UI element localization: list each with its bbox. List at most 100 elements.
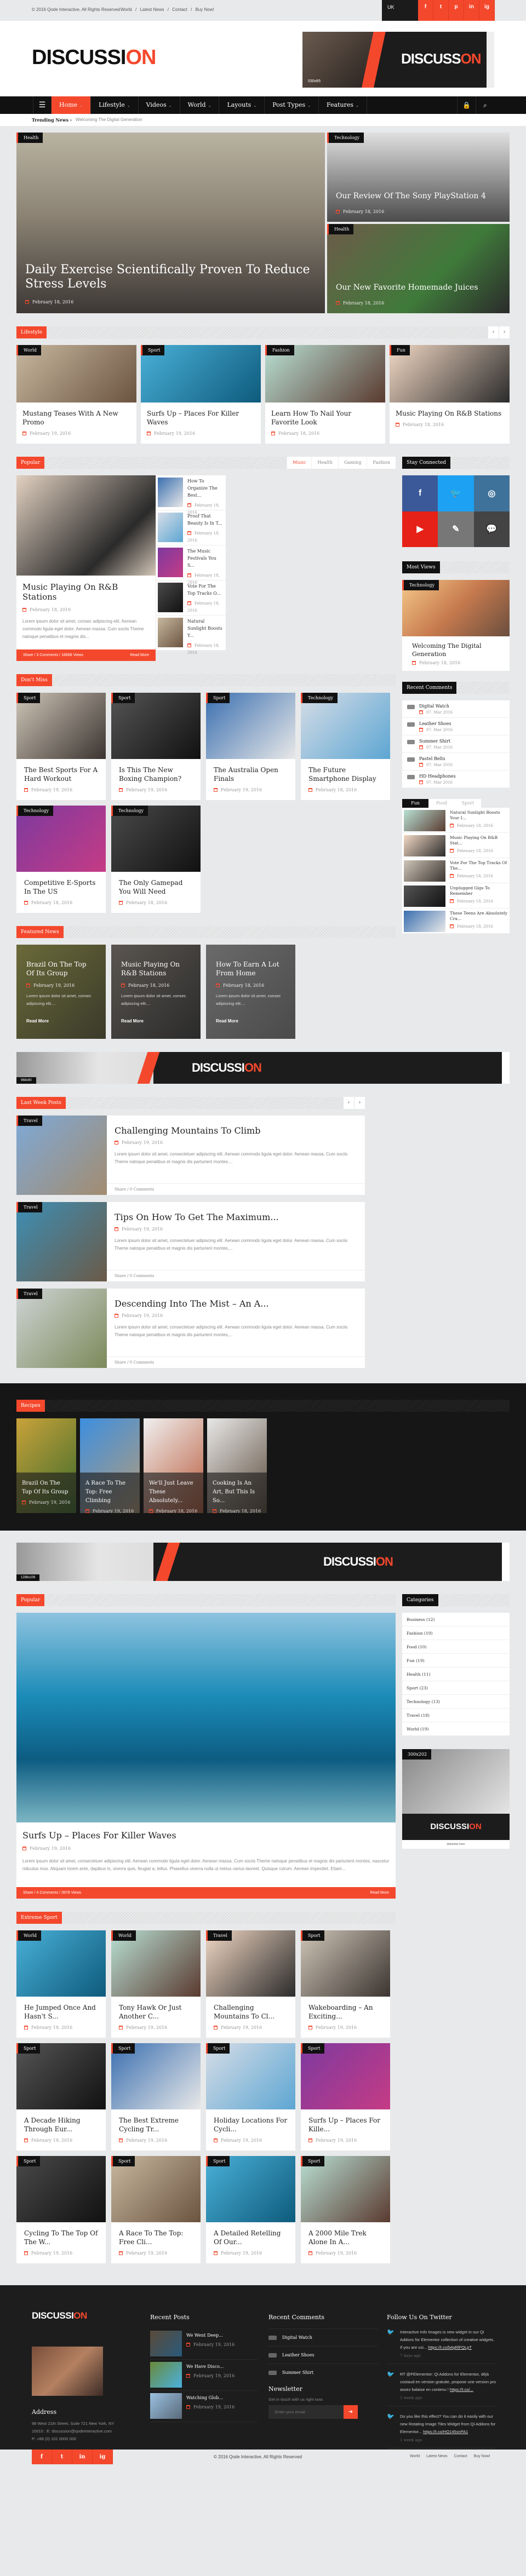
post-title[interactable]: Surfs Up – Places For Killer Waves	[22, 1830, 390, 1841]
bottom-link-buy-now[interactable]: Buy Now!	[474, 2454, 490, 2458]
category-item[interactable]: Business (12)	[402, 1613, 510, 1626]
post-title[interactable]: Surfs Up – Places For Killer Waves	[147, 409, 255, 427]
post-row[interactable]: Travel Tips On How To Get The Maximum... F…	[16, 1202, 365, 1281]
top-link-world[interactable]: World	[121, 7, 132, 12]
featured-card[interactable]: Brazil On The Top Of Its Group February 1…	[16, 945, 106, 1039]
post-title[interactable]: Music Playing On R&B Stat...	[450, 835, 508, 846]
instagram-icon[interactable]: ig	[479, 0, 495, 21]
share-link[interactable]: Share	[115, 1360, 126, 1365]
post-title[interactable]: Wakeboarding – An Exciting...	[308, 2003, 382, 2021]
post-card[interactable]: Fun Music Playing On R&B Stations February…	[390, 345, 510, 444]
read-more-link[interactable]: Read More	[130, 653, 149, 657]
post-row[interactable]: Travel Challenging Mountains To Climb Febr…	[16, 1116, 365, 1195]
post-title[interactable]: The Music Festivals You S...	[187, 548, 224, 569]
category-tag[interactable]: Health	[16, 133, 43, 143]
site-logo[interactable]: DISCUSSION	[32, 46, 156, 70]
header-ad-banner[interactable]: DISCUSSON 530x85	[302, 32, 494, 88]
post-thumbnail[interactable]	[150, 2362, 182, 2388]
post-card[interactable]: Technology Competitive E-Sports In The US…	[16, 806, 106, 913]
share-link[interactable]: Share	[23, 1891, 33, 1895]
category-tag[interactable]: Sport	[16, 693, 41, 703]
post-card[interactable]: Sport Surfs Up – Places For Kille... Febru…	[301, 2043, 390, 2150]
footer-post[interactable]: We Have Disco... February 19, 2016	[150, 2360, 258, 2391]
post-image[interactable]: Sport	[111, 2156, 201, 2222]
comments-link[interactable]: 0 Comments	[130, 1187, 155, 1192]
share-link[interactable]: Share	[23, 653, 33, 657]
post-row[interactable]: Travel Descending Into The Mist – An A...…	[16, 1289, 365, 1368]
category-tag[interactable]: Sport	[301, 2043, 325, 2054]
comment-item[interactable]: Pastel Belts 07. Mar 2016	[402, 753, 510, 771]
twitter-icon[interactable]: 🐦	[438, 475, 474, 511]
next-arrow-icon[interactable]: ›	[499, 326, 510, 338]
category-tag[interactable]: Sport	[111, 2043, 135, 2054]
comments-link[interactable]: 4 Comments	[37, 1891, 59, 1895]
post-title[interactable]: Cycling To The Top Of The W...	[24, 2229, 98, 2246]
post-card[interactable]: Technology The Only Gamepad You Will Need…	[111, 806, 201, 913]
post-title[interactable]: Surfs Up – Places For Kille...	[308, 2116, 382, 2134]
post-card[interactable]: Sport A Decade Hiking Through Eur... Febru…	[16, 2043, 106, 2150]
post-title[interactable]: Daily Exercise Scientifically Proven To …	[25, 263, 310, 291]
share-link[interactable]: Share	[115, 1187, 126, 1192]
post-title[interactable]: Brazil On The Top Of Its Group	[26, 960, 96, 978]
post-title[interactable]: Our Review Of The Sony PlayStation 4	[336, 191, 510, 201]
category-item[interactable]: Health (11)	[402, 1668, 510, 1681]
category-tag[interactable]: Sport	[206, 2156, 230, 2166]
post-title[interactable]: Natural Sunlight Boosts Your I...	[450, 810, 508, 821]
category-tag[interactable]: Sport	[16, 2156, 41, 2166]
list-item[interactable]: Proof That Beauty Is In T... February 18,…	[156, 510, 226, 545]
category-tag[interactable]: Sport	[111, 2156, 135, 2166]
linkedin-icon[interactable]: in	[464, 0, 479, 21]
post-image[interactable]: World	[111, 1930, 201, 1997]
popular-featured-post[interactable]: Surfs Up – Places For Killer Waves Febru…	[16, 1613, 396, 1899]
post-title[interactable]: Proof That Beauty Is In T...	[187, 513, 224, 527]
list-item[interactable]: Vote For The Top Tracks Of The... Februar…	[402, 858, 510, 883]
trending-link[interactable]: Welcoming The Digital Generation	[76, 117, 142, 122]
post-card[interactable]: Sport The Best Extreme Cycling Tr... Febru…	[111, 2043, 201, 2150]
post-title[interactable]: The Australia Open Finals	[214, 766, 288, 783]
post-card[interactable]: Sport Surfs Up – Places For Killer Waves F…	[141, 345, 261, 444]
read-more-link[interactable]: Read More	[26, 1019, 49, 1024]
post-card[interactable]: World Tony Hawk Or Just Another C... Febru…	[111, 1930, 201, 2038]
post-image[interactable]: Sport	[301, 2156, 390, 2222]
popular-main-post[interactable]: Music Playing On R&B Stations February 1…	[16, 475, 156, 661]
comments-link[interactable]: 0 Comments	[130, 1360, 155, 1365]
post-title[interactable]: Music Playing On R&B Stations	[396, 409, 504, 418]
post-title[interactable]: A Detailed Retelling Of Our...	[214, 2229, 288, 2246]
post-thumbnail[interactable]	[404, 886, 445, 907]
post-card[interactable]: Technology The Future Smartphone Display F…	[301, 693, 390, 800]
comment-item[interactable]: Summer Shirt 07. Mar 2016	[402, 735, 510, 753]
post-image[interactable]: Travel	[16, 1202, 107, 1281]
recipe-card[interactable]: A Race To The Top: Free Climbing February…	[80, 1418, 140, 1513]
instagram-icon[interactable]: ig	[93, 2450, 113, 2464]
bottom-link-latest-news[interactable]: Latest News	[426, 2454, 448, 2458]
category-tag[interactable]: Sport	[206, 2043, 230, 2054]
comment-item[interactable]: HD Headphones 07. Mar 2016	[402, 771, 510, 788]
blog-icon[interactable]: ✎	[438, 511, 474, 547]
category-item[interactable]: Sport (23)	[402, 1681, 510, 1695]
post-image[interactable]: Sport	[16, 693, 106, 759]
post-title[interactable]: A 2000 Mile Trek Alone In A...	[308, 2229, 382, 2246]
post-title[interactable]: Mustang Teases With A New Promo	[22, 409, 131, 427]
post-thumbnail[interactable]	[404, 810, 445, 831]
nav-videos[interactable]: Videos ⌄	[139, 96, 180, 114]
post-card[interactable]: Sport The Australia Open Finals February 1…	[206, 693, 295, 800]
post-title[interactable]: Music Playing On R&B Stations	[121, 960, 191, 978]
category-item[interactable]: Food (10)	[402, 1640, 510, 1654]
tab-gaming[interactable]: Gaming	[338, 457, 367, 469]
category-tag[interactable]: Sport	[301, 1930, 325, 1941]
post-title[interactable]: Unplugged Gigs To Remember	[450, 886, 508, 896]
footer-post[interactable]: We Went Deep... February 19, 2016	[150, 2328, 258, 2360]
nav-layouts[interactable]: Layouts ⌄	[219, 96, 265, 114]
read-more-link[interactable]: Read More	[370, 1891, 389, 1895]
comments-link[interactable]: 0 Comments	[130, 1274, 155, 1278]
top-link-latest-news[interactable]: Latest News	[140, 7, 164, 12]
comment-title[interactable]: HD Headphones	[419, 774, 456, 779]
post-title[interactable]: A Race To The Top: Free Climbing	[85, 1479, 134, 1505]
post-image[interactable]: Sport	[206, 693, 295, 759]
facebook-icon[interactable]: f	[418, 0, 433, 21]
pinterest-icon[interactable]: p	[449, 0, 464, 21]
post-image[interactable]: World	[16, 345, 136, 403]
post-card[interactable]: Sport A Race To The Top: Free Cli... Febru…	[111, 2156, 201, 2263]
menu-icon[interactable]: ☰	[33, 96, 52, 114]
mid-ad-banner[interactable]: DISCUSSION 968x90	[16, 1052, 510, 1084]
